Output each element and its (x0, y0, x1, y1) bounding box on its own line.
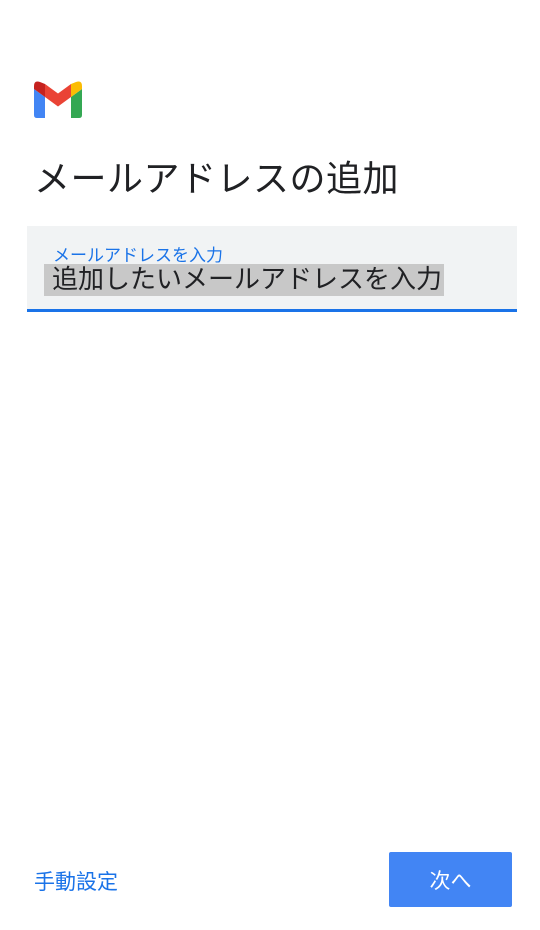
email-input-selected-text: 追加したいメールアドレスを入力 (44, 264, 445, 296)
email-field-label: メールアドレスを入力 (53, 246, 223, 266)
page-title: メールアドレスの追加 (34, 159, 400, 200)
manual-setup-link[interactable]: 手動設定 (34, 866, 118, 896)
email-input[interactable]: 追加したいメールアドレスを入力 (44, 264, 514, 298)
email-field[interactable]: メールアドレスを入力 追加したいメールアドレスを入力 (27, 226, 517, 312)
next-button[interactable]: 次へ (389, 852, 512, 907)
add-email-screen: メールアドレスの追加 メールアドレスを入力 追加したいメールアドレスを入力 手動… (0, 0, 540, 930)
gmail-logo-icon (34, 81, 82, 118)
